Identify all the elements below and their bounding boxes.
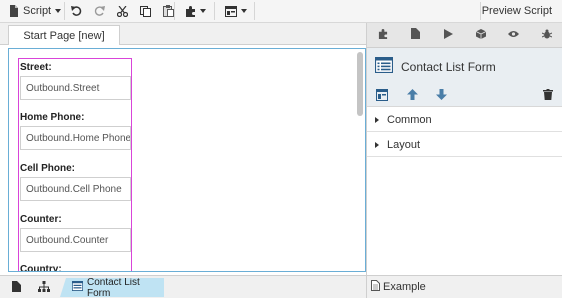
preview-tab[interactable] <box>507 28 521 42</box>
redo-button[interactable] <box>91 0 108 22</box>
paste-icon <box>163 5 174 17</box>
layout-section-label: Layout <box>387 138 421 151</box>
main-toolbar: Script Preview Script <box>0 0 562 23</box>
canvas-scrollbar[interactable] <box>357 52 363 116</box>
script-menu[interactable]: Script <box>6 0 64 22</box>
eye-icon <box>508 29 520 41</box>
page-icon <box>11 280 21 295</box>
triangle-right-icon <box>375 116 379 123</box>
panel-title: Contact List Form <box>401 59 496 74</box>
objects-tab[interactable] <box>474 28 488 42</box>
move-up-button[interactable] <box>405 89 419 103</box>
bottom-navigation-bar: Contact List Form <box>0 275 366 298</box>
layout-section[interactable]: Layout <box>367 133 562 157</box>
form-settings-button[interactable] <box>375 88 389 104</box>
page-icon <box>411 28 421 42</box>
arrow-up-icon <box>406 89 418 103</box>
tree-view-button[interactable] <box>34 279 54 296</box>
copy-icon <box>140 5 151 17</box>
cube-icon <box>476 28 487 42</box>
home-phone-label: Home Phone: <box>20 112 85 123</box>
move-down-button[interactable] <box>434 89 448 103</box>
page-tab-bar: Start Page [new] <box>0 23 366 45</box>
form-layout-column[interactable]: Street: Outbound.Street Home Phone: Outb… <box>18 58 132 272</box>
triangle-right-icon <box>375 141 379 148</box>
chevron-down-icon <box>241 9 247 13</box>
counter-field[interactable]: Outbound.Counter <box>20 228 131 252</box>
design-canvas[interactable]: Street: Outbound.Street Home Phone: Outb… <box>8 48 366 272</box>
home-phone-field[interactable]: Outbound.Home Phone <box>20 126 131 150</box>
undo-button[interactable] <box>68 0 85 22</box>
chevron-down-icon <box>55 9 62 13</box>
breadcrumb-label: Contact List Form <box>87 276 140 299</box>
common-section-label: Common <box>387 113 432 126</box>
components-tab[interactable] <box>376 28 390 42</box>
redo-icon <box>94 5 105 17</box>
arrow-down-icon <box>435 89 447 103</box>
list-form-icon <box>374 56 394 76</box>
tab-start-page[interactable]: Start Page [new] <box>8 25 120 45</box>
bug-icon <box>541 29 552 42</box>
debug-tab[interactable] <box>540 28 554 42</box>
layout-icon <box>225 5 237 17</box>
trash-icon <box>543 89 553 103</box>
cell-phone-label: Cell Phone: <box>20 163 76 174</box>
copy-button[interactable] <box>137 0 154 22</box>
delete-button[interactable] <box>541 89 555 103</box>
chevron-down-icon <box>200 9 206 13</box>
common-section[interactable]: Common <box>367 108 562 132</box>
cut-icon <box>117 5 128 17</box>
cell-phone-field[interactable]: Outbound.Cell Phone <box>20 177 131 201</box>
panel-tab-bar <box>367 23 562 48</box>
form-icon <box>376 88 388 104</box>
breadcrumb-current[interactable]: Contact List Form <box>60 278 164 297</box>
street-field[interactable]: Outbound.Street <box>20 76 131 100</box>
properties-panel: Contact List Form Common Layout <box>366 23 562 275</box>
country-label: Country: <box>20 264 62 272</box>
panel-header: Contact List Form <box>367 48 562 85</box>
list-form-icon <box>71 280 84 294</box>
puzzle-icon <box>185 5 196 17</box>
example-label: Example <box>383 281 426 293</box>
counter-label: Counter: <box>20 214 62 225</box>
puzzle-icon <box>378 28 388 42</box>
example-tab[interactable]: Example <box>366 275 562 298</box>
panel-action-bar <box>367 85 562 107</box>
play-icon <box>444 28 454 42</box>
components-menu[interactable] <box>182 0 209 22</box>
undo-icon <box>71 5 82 17</box>
hierarchy-icon <box>38 280 50 295</box>
document-icon <box>371 280 380 294</box>
layout-menu[interactable] <box>222 0 250 22</box>
run-tab[interactable] <box>442 28 456 42</box>
pages-tab[interactable] <box>409 28 423 42</box>
script-menu-label: Script <box>23 5 52 17</box>
cut-button[interactable] <box>114 0 131 22</box>
street-label: Street: <box>20 62 52 73</box>
script-icon <box>9 5 19 17</box>
page-view-button[interactable] <box>6 279 26 296</box>
preview-script-button[interactable]: Preview Script <box>482 0 552 22</box>
